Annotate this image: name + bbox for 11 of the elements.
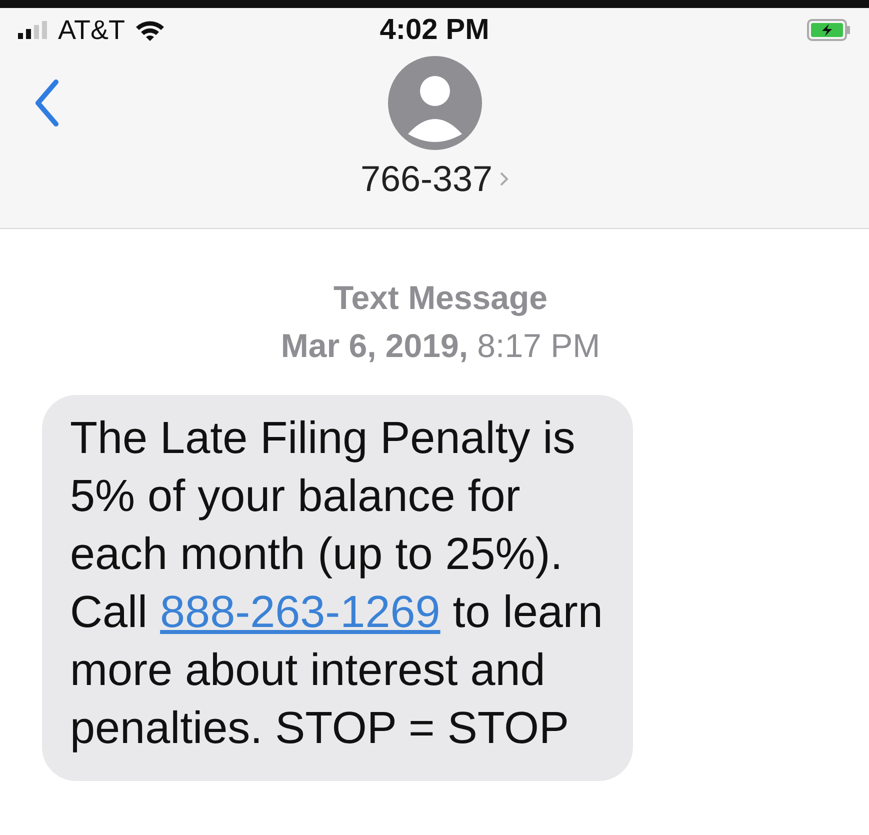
avatar-icon [388,56,482,150]
chevron-icon [498,170,509,188]
signal-icon [18,21,48,39]
battery-icon [807,19,851,41]
message-text: The Late Filing Penalty is 5% of your balance for each month (up to 25%). Call 888-263-1269 to learn more about interest and penalties. STOP = STOP [70,411,604,755]
message-type-label: Text Message [334,279,548,317]
message-date: Mar 6, 2019, 8:17 PM [280,327,600,365]
status-time: 4:02 PM [380,14,490,46]
contact-name[interactable]: 766-337 [360,158,509,200]
wifi-icon [135,19,165,41]
carrier-name: AT&T [58,14,125,46]
